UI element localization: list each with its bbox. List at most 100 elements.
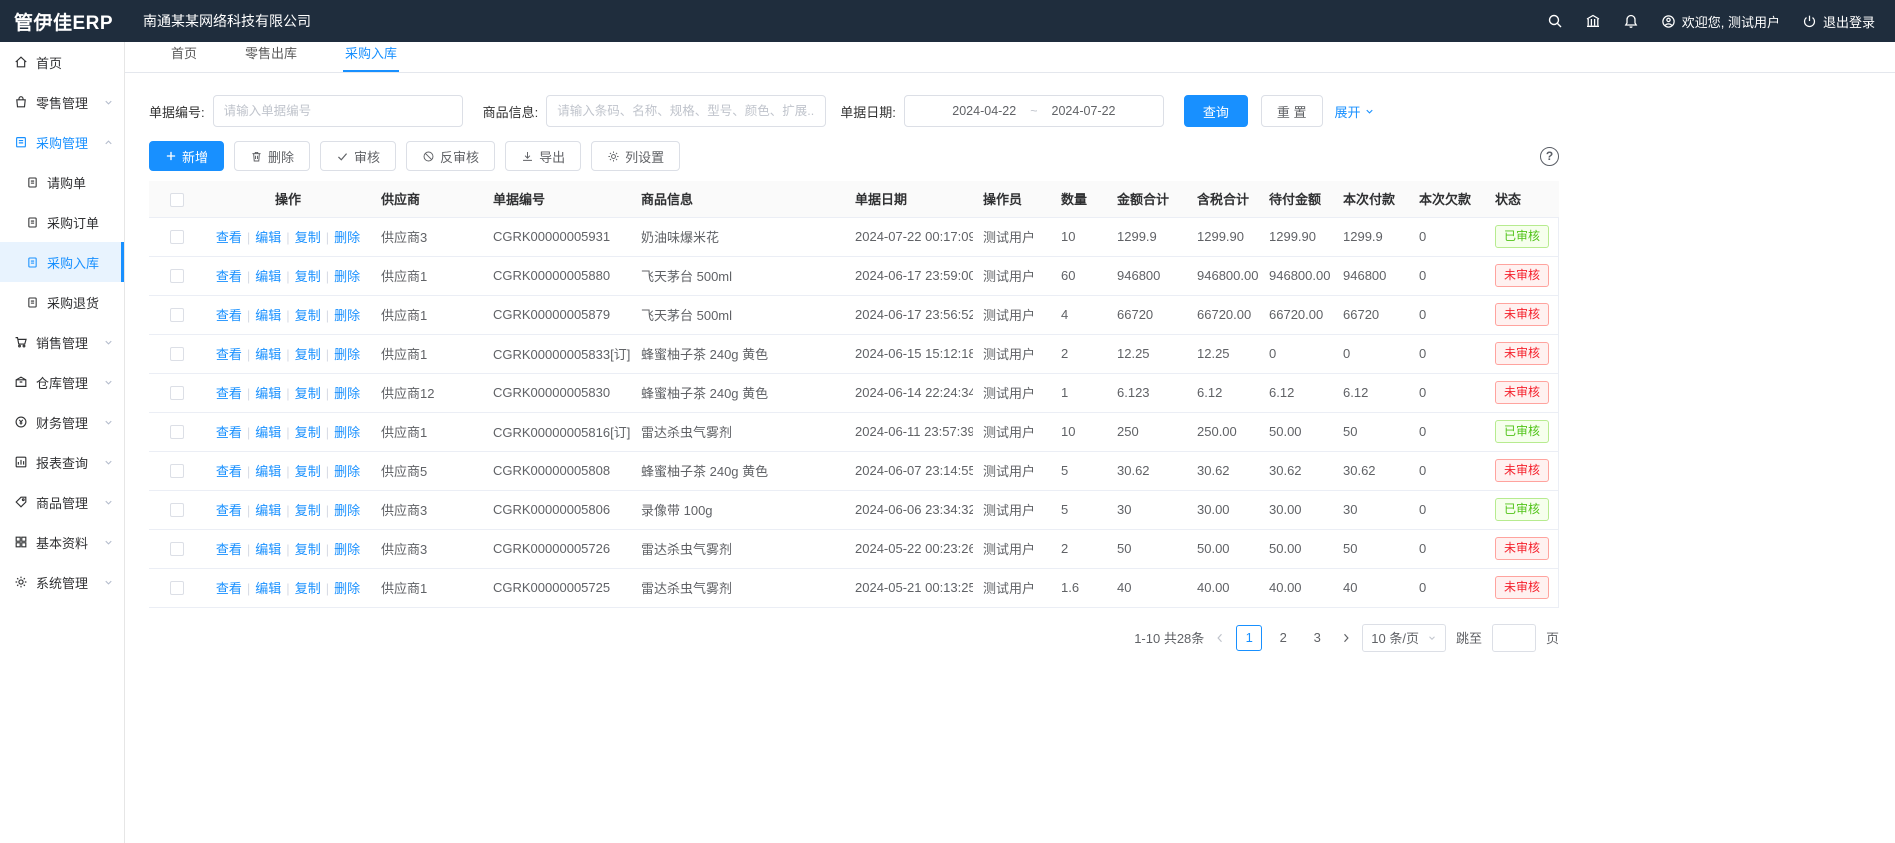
row-action-delete[interactable]: 删除 bbox=[334, 542, 360, 557]
search-icon[interactable] bbox=[1547, 13, 1563, 29]
date-end-value[interactable]: 2024-07-22 bbox=[1052, 104, 1116, 118]
row-action-view[interactable]: 查看 bbox=[216, 581, 242, 596]
row-action-delete[interactable]: 删除 bbox=[334, 581, 360, 596]
sidebar-item-basic-data[interactable]: 基本资料 bbox=[0, 522, 124, 562]
page-size-select[interactable]: 10 条/页 bbox=[1362, 624, 1446, 652]
delete-button[interactable]: 删除 bbox=[234, 141, 310, 171]
row-action-copy[interactable]: 复制 bbox=[295, 347, 321, 362]
row-checkbox[interactable] bbox=[170, 269, 184, 283]
row-action-copy[interactable]: 复制 bbox=[295, 386, 321, 401]
status-badge: 已审核 bbox=[1495, 420, 1549, 443]
bill-no-input[interactable] bbox=[213, 95, 463, 127]
tab-purchase-inbound[interactable]: 采购入库 bbox=[343, 42, 399, 72]
sidebar-item-purchase-request[interactable]: 请购单 bbox=[0, 162, 124, 202]
page-button[interactable]: 3 bbox=[1304, 625, 1330, 651]
row-action-view[interactable]: 查看 bbox=[216, 230, 242, 245]
row-action-view[interactable]: 查看 bbox=[216, 464, 242, 479]
row-checkbox[interactable] bbox=[170, 425, 184, 439]
column-settings-button[interactable]: 列设置 bbox=[591, 141, 680, 171]
export-button[interactable]: 导出 bbox=[505, 141, 581, 171]
row-action-copy[interactable]: 复制 bbox=[295, 269, 321, 284]
bell-icon[interactable] bbox=[1623, 13, 1639, 29]
row-action-delete[interactable]: 删除 bbox=[334, 230, 360, 245]
tab-retail-outbound[interactable]: 零售出库 bbox=[243, 42, 299, 72]
page-button[interactable]: 1 bbox=[1236, 625, 1262, 651]
row-checkbox[interactable] bbox=[170, 542, 184, 556]
row-action-delete[interactable]: 删除 bbox=[334, 386, 360, 401]
row-action-edit[interactable]: 编辑 bbox=[255, 386, 281, 401]
row-action-delete[interactable]: 删除 bbox=[334, 503, 360, 518]
building-icon[interactable] bbox=[1585, 13, 1601, 29]
sidebar-item-purchase-order[interactable]: 采购订单 bbox=[0, 202, 124, 242]
row-action-delete[interactable]: 删除 bbox=[334, 308, 360, 323]
row-checkbox[interactable] bbox=[170, 230, 184, 244]
sidebar-item-warehouse[interactable]: 仓库管理 bbox=[0, 362, 124, 402]
date-start-value[interactable]: 2024-04-22 bbox=[952, 104, 1016, 118]
row-checkbox[interactable] bbox=[170, 503, 184, 517]
row-action-delete[interactable]: 删除 bbox=[334, 347, 360, 362]
audit-button[interactable]: 审核 bbox=[320, 141, 396, 171]
row-action-copy[interactable]: 复制 bbox=[295, 464, 321, 479]
row-checkbox[interactable] bbox=[170, 347, 184, 361]
row-action-copy[interactable]: 复制 bbox=[295, 581, 321, 596]
row-action-edit[interactable]: 编辑 bbox=[255, 464, 281, 479]
row-action-delete[interactable]: 删除 bbox=[334, 464, 360, 479]
welcome-user[interactable]: 欢迎您, 测试用户 bbox=[1661, 12, 1780, 31]
row-action-copy[interactable]: 复制 bbox=[295, 425, 321, 440]
row-action-view[interactable]: 查看 bbox=[216, 269, 242, 284]
prev-page-icon[interactable] bbox=[1214, 632, 1226, 644]
select-all-checkbox[interactable] bbox=[170, 193, 184, 207]
row-action-view[interactable]: 查看 bbox=[216, 347, 242, 362]
column-header: 本次欠款 bbox=[1409, 181, 1485, 217]
sidebar-item-reports[interactable]: 报表查询 bbox=[0, 442, 124, 482]
row-action-delete[interactable]: 删除 bbox=[334, 269, 360, 284]
product-info-input[interactable] bbox=[546, 95, 826, 127]
row-action-edit[interactable]: 编辑 bbox=[255, 425, 281, 440]
sidebar-item-home[interactable]: 首页 bbox=[0, 42, 124, 82]
sidebar-item-label: 财务管理 bbox=[36, 413, 88, 432]
row-checkbox[interactable] bbox=[170, 308, 184, 322]
date-range-picker[interactable]: 2024-04-22 ~ 2024-07-22 bbox=[904, 95, 1164, 127]
row-action-view[interactable]: 查看 bbox=[216, 308, 242, 323]
jump-page-input[interactable] bbox=[1492, 624, 1536, 652]
page-button[interactable]: 2 bbox=[1270, 625, 1296, 651]
row-action-edit[interactable]: 编辑 bbox=[255, 347, 281, 362]
sidebar-item-purchase-return[interactable]: 采购退货 bbox=[0, 282, 124, 322]
row-action-edit[interactable]: 编辑 bbox=[255, 581, 281, 596]
row-action-copy[interactable]: 复制 bbox=[295, 230, 321, 245]
row-action-view[interactable]: 查看 bbox=[216, 542, 242, 557]
sidebar-item-finance[interactable]: 财务管理 bbox=[0, 402, 124, 442]
expand-filters-link[interactable]: 展开 bbox=[1335, 102, 1375, 121]
help-icon[interactable]: ? bbox=[1540, 147, 1559, 166]
sidebar-item-goods[interactable]: 商品管理 bbox=[0, 482, 124, 522]
reset-button[interactable]: 重 置 bbox=[1261, 95, 1323, 127]
row-action-copy[interactable]: 复制 bbox=[295, 503, 321, 518]
row-action-view[interactable]: 查看 bbox=[216, 425, 242, 440]
sidebar-item-purchase-inbound[interactable]: 采购入库 bbox=[0, 242, 124, 282]
row-action-view[interactable]: 查看 bbox=[216, 503, 242, 518]
next-page-icon[interactable] bbox=[1340, 632, 1352, 644]
grid-icon bbox=[14, 535, 28, 549]
row-checkbox[interactable] bbox=[170, 464, 184, 478]
sidebar-item-purchase[interactable]: 采购管理 bbox=[0, 122, 124, 162]
sidebar-item-retail[interactable]: 零售管理 bbox=[0, 82, 124, 122]
row-action-copy[interactable]: 复制 bbox=[295, 308, 321, 323]
add-button[interactable]: 新增 bbox=[149, 141, 224, 171]
tab-home[interactable]: 首页 bbox=[169, 42, 199, 72]
row-checkbox[interactable] bbox=[170, 386, 184, 400]
search-button[interactable]: 查询 bbox=[1184, 95, 1248, 127]
row-action-edit[interactable]: 编辑 bbox=[255, 542, 281, 557]
row-action-edit[interactable]: 编辑 bbox=[255, 503, 281, 518]
row-checkbox[interactable] bbox=[170, 581, 184, 595]
action-separator: | bbox=[326, 581, 329, 596]
row-action-view[interactable]: 查看 bbox=[216, 386, 242, 401]
row-action-edit[interactable]: 编辑 bbox=[255, 230, 281, 245]
row-action-copy[interactable]: 复制 bbox=[295, 542, 321, 557]
row-action-delete[interactable]: 删除 bbox=[334, 425, 360, 440]
logout-button[interactable]: 退出登录 bbox=[1802, 12, 1875, 31]
sidebar-item-system[interactable]: 系统管理 bbox=[0, 562, 124, 602]
unaudit-button[interactable]: 反审核 bbox=[406, 141, 495, 171]
row-action-edit[interactable]: 编辑 bbox=[255, 269, 281, 284]
sidebar-item-sales[interactable]: 销售管理 bbox=[0, 322, 124, 362]
row-action-edit[interactable]: 编辑 bbox=[255, 308, 281, 323]
